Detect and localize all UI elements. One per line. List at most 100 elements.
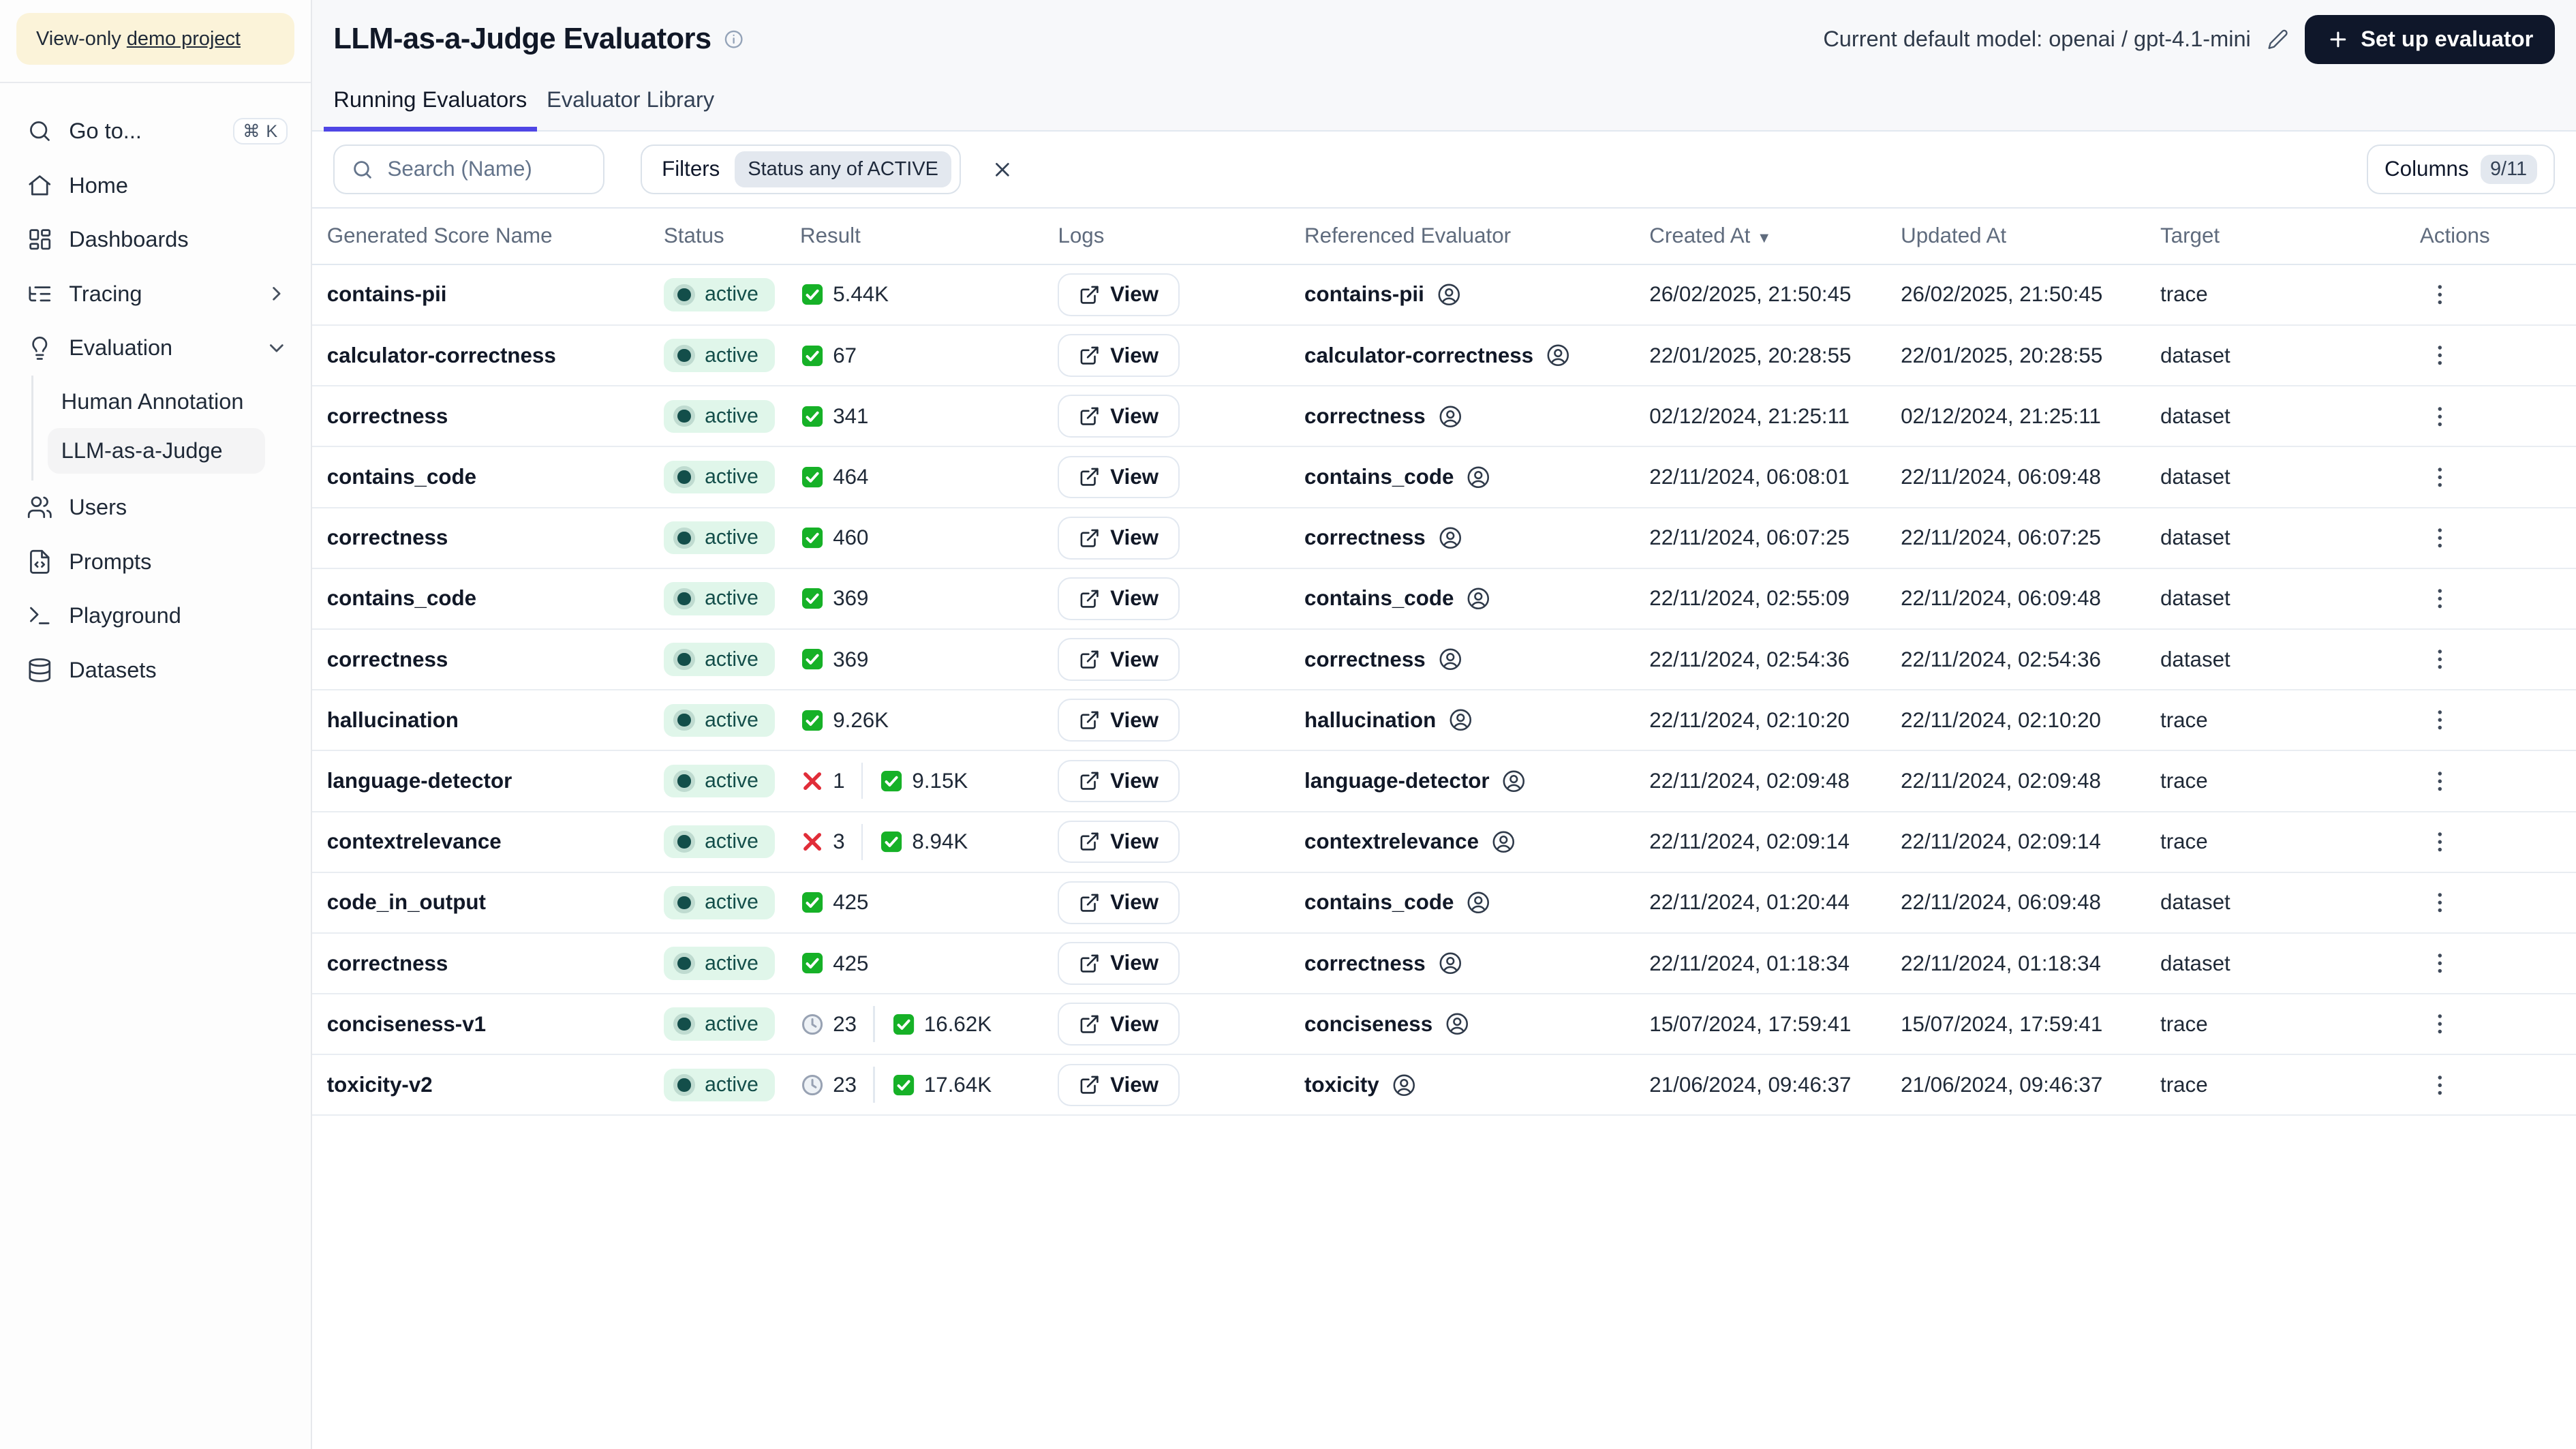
sidebar-item-llm-as-a-judge[interactable]: LLM-as-a-Judge [48,427,265,474]
sidebar-item-playground[interactable]: Playground [0,589,311,643]
row-actions-button[interactable] [2420,883,2459,922]
view-logs-button[interactable]: View [1058,1003,1180,1046]
clear-filter-button[interactable] [984,151,1020,187]
view-logs-button[interactable]: View [1058,881,1180,924]
toolbar: Filters Status any of ACTIVE Columns 9/1… [312,132,2576,209]
view-logs-button[interactable]: View [1058,638,1180,681]
user-circle-icon[interactable] [1447,707,1474,733]
columns-button[interactable]: Columns 9/11 [2366,144,2555,194]
user-circle-icon[interactable] [1437,646,1464,673]
table-row: contains_code active 369 View contains_code 2… [312,568,2576,630]
more-vertical-icon [2438,406,2442,426]
result-success: 341 [800,404,868,429]
created-at-cell: 22/11/2024, 02:54:36 [1649,628,1901,691]
user-circle-icon[interactable] [1391,1072,1417,1099]
sidebar-item-human-annotation[interactable]: Human Annotation [48,378,264,424]
view-logs-button[interactable]: View [1058,516,1180,560]
view-logs-button[interactable]: View [1058,395,1180,438]
column-header-actions[interactable]: Actions [2419,208,2576,265]
sidebar-item-dashboards[interactable]: Dashboards [0,213,311,267]
sidebar-item-users[interactable]: Users [0,481,311,535]
sidebar-item-home[interactable]: Home [0,158,311,213]
user-circle-icon[interactable] [1465,464,1492,491]
tab-running-evaluators[interactable]: Running Evaluators [323,79,537,132]
row-actions-button[interactable] [2420,701,2459,740]
row-actions-button[interactable] [2420,761,2459,801]
active-dot-icon [673,1013,695,1035]
info-icon[interactable] [723,29,744,50]
active-dot-icon [673,952,695,975]
sidebar-item-prompts[interactable]: Prompts [0,534,311,589]
status-cell: active [663,628,800,691]
external-link-icon [1079,710,1100,731]
view-logs-button[interactable]: View [1058,577,1180,620]
sidebar-item-label: Users [69,495,127,520]
row-actions-button[interactable] [2420,822,2459,861]
user-circle-icon[interactable] [1465,889,1492,916]
column-header-generated-score-name[interactable]: Generated Score Name [312,208,664,265]
row-actions-button[interactable] [2420,336,2459,376]
result-cell: 3 8.94K [799,811,1058,873]
search-icon [351,158,374,181]
user-circle-icon[interactable] [1437,525,1464,551]
status-filter-chip[interactable]: Status any of ACTIVE [735,151,952,187]
view-logs-button[interactable]: View [1058,942,1180,985]
row-actions-button[interactable] [2420,457,2459,497]
row-actions-button[interactable] [2420,579,2459,618]
user-circle-icon[interactable] [1465,585,1492,612]
result-pending: 23 [800,1012,857,1037]
column-header-updated-at[interactable]: Updated At [1901,208,2160,265]
edit-model-icon[interactable] [2267,29,2288,50]
row-actions-button[interactable] [2420,397,2459,436]
more-vertical-icon [2438,954,2442,973]
user-circle-icon[interactable] [1490,829,1517,855]
column-header-result[interactable]: Result [799,208,1058,265]
search-input[interactable] [387,157,587,182]
sidebar-item-label: Home [69,172,128,198]
filters-button[interactable]: Filters Status any of ACTIVE [641,144,962,194]
active-dot-icon [673,770,695,792]
evaluators-table: Generated Score Name Status Result Logs Refe… [312,208,2576,1116]
row-actions-button[interactable] [2420,944,2459,983]
user-circle-icon[interactable] [1501,768,1527,795]
column-header-status[interactable]: Status [663,208,800,265]
status-badge: active [663,460,775,494]
user-circle-icon[interactable] [1437,950,1464,977]
row-actions-button[interactable] [2420,1005,2459,1044]
more-vertical-icon [2438,1075,2442,1095]
sidebar-item-evaluation[interactable]: Evaluation [0,321,311,376]
column-header-logs[interactable]: Logs [1058,208,1305,265]
user-circle-icon[interactable] [1436,281,1462,308]
table-row: contextrelevance active 3 8.94K View contextr… [312,811,2576,873]
sidebar-item-datasets[interactable]: Datasets [0,643,311,697]
sidebar-item-label: Go to... [69,119,142,144]
view-logs-button[interactable]: View [1058,273,1180,316]
row-actions-button[interactable] [2420,518,2459,558]
view-logs-button[interactable]: View [1058,334,1180,377]
result-cell: 67 [799,325,1058,387]
column-header-created-at[interactable]: Created At ▼ [1649,208,1901,265]
view-logs-button[interactable]: View [1058,455,1180,499]
row-actions-button[interactable] [2420,640,2459,680]
referenced-evaluator-cell: hallucination [1304,690,1650,752]
table-row: correctness active 341 View correctness 02/12… [312,386,2576,448]
result-success: 369 [800,586,868,611]
user-circle-icon[interactable] [1444,1011,1471,1037]
column-header-referenced-evaluator[interactable]: Referenced Evaluator [1304,208,1650,265]
view-logs-button[interactable]: View [1058,820,1180,864]
column-header-target[interactable]: Target [2160,208,2420,265]
result-cell: 23 17.64K [799,1054,1058,1116]
sidebar-item-tracing[interactable]: Tracing [0,267,311,322]
view-logs-button[interactable]: View [1058,699,1180,742]
user-circle-icon[interactable] [1437,403,1464,430]
result-cell: 460 [799,507,1058,569]
sidebar-item-go-to-[interactable]: Go to... ⌘ K [0,104,311,159]
tab-evaluator-library[interactable]: Evaluator Library [537,79,724,132]
view-logs-button[interactable]: View [1058,759,1180,803]
row-actions-button[interactable] [2420,275,2459,315]
view-logs-button[interactable]: View [1058,1063,1180,1107]
demo-project-link[interactable]: demo project [127,28,241,50]
user-circle-icon[interactable] [1545,342,1571,369]
set-up-evaluator-button[interactable]: Set up evaluator [2305,14,2555,64]
row-actions-button[interactable] [2420,1065,2459,1105]
